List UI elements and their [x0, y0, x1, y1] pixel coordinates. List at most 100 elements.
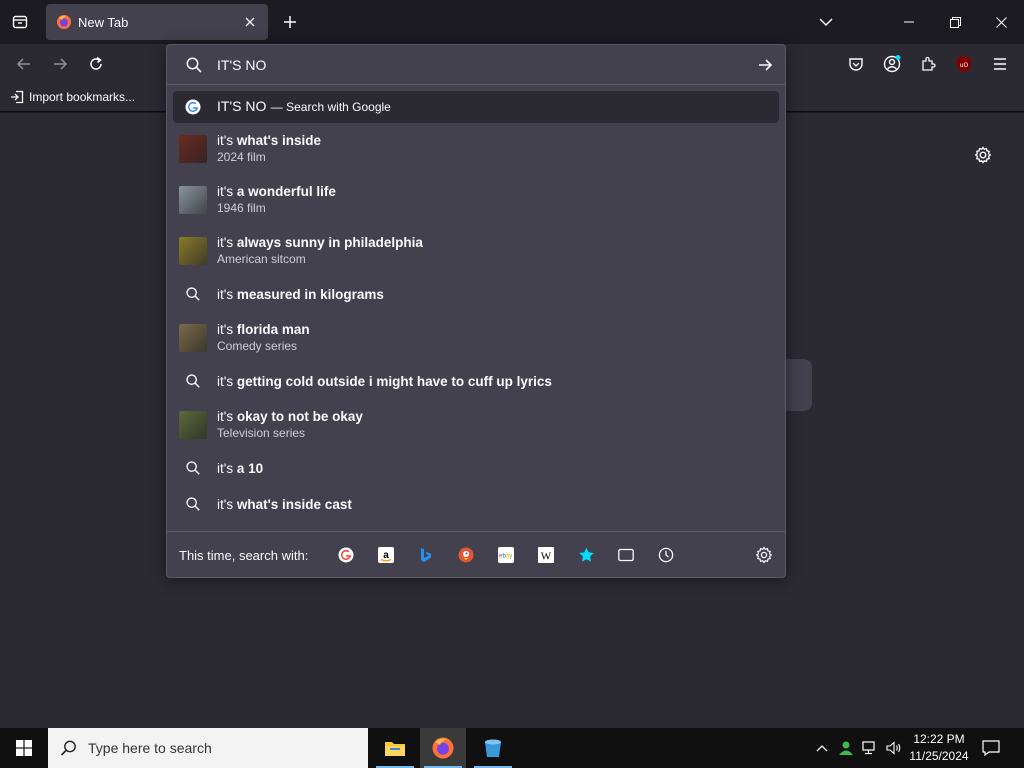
duckduckgo-engine-button[interactable]: [457, 546, 475, 564]
result-text: it's florida man Comedy series: [217, 322, 310, 353]
history-icon: [658, 547, 674, 563]
result-description: 2024 film: [217, 150, 266, 164]
network-icon: [862, 741, 875, 755]
go-button[interactable]: [755, 55, 775, 75]
result-text: it's getting cold outside i might have t…: [217, 374, 552, 389]
search-icon: [179, 454, 207, 482]
result-prefix: it's: [217, 184, 237, 199]
app-menu-button[interactable]: [988, 52, 1012, 76]
thumbnail-image: [179, 236, 207, 265]
history-search-button[interactable]: [657, 546, 675, 564]
action-center-button[interactable]: [978, 736, 1004, 760]
result-prefix: it's: [217, 286, 237, 302]
urlbar-input[interactable]: [217, 55, 737, 75]
amazon-engine-button[interactable]: a: [377, 546, 395, 564]
urlbar-results: IT'S NO — Search with Google it's what's…: [173, 91, 779, 522]
thumbnail: [179, 134, 207, 163]
bookmarks-search-button[interactable]: [577, 546, 595, 564]
rich-suggestion-row[interactable]: it's okay to not be okay Television serie…: [173, 399, 779, 450]
ebay-engine-button[interactable]: ebay: [497, 546, 515, 564]
new-tab-button[interactable]: [278, 10, 302, 34]
taskbar-clock[interactable]: 12:22 PM 11/25/2024: [906, 731, 972, 765]
firefox-icon: [57, 15, 71, 29]
pocket-button[interactable]: [844, 52, 868, 76]
search-icon: [179, 367, 207, 395]
taskbar-firefox[interactable]: [420, 728, 466, 768]
thumbnail-image: [179, 134, 207, 163]
firefox-icon: [432, 737, 454, 759]
folder-icon: [385, 742, 405, 756]
result-title: it's a 10: [217, 461, 263, 476]
search-suggestion-row[interactable]: it's a 10: [173, 450, 779, 486]
rich-suggestion-row[interactable]: it's florida man Comedy series: [173, 312, 779, 363]
search-suggestion-row[interactable]: it's measured in kilograms: [173, 276, 779, 312]
wikipedia-engine-button[interactable]: W: [537, 546, 555, 564]
extensions-button[interactable]: [916, 52, 940, 76]
result-title: it's florida man: [217, 322, 310, 337]
rich-suggestion-row[interactable]: it's what's inside 2024 film: [173, 123, 779, 174]
urlbar-input-row: [167, 45, 785, 85]
tabs-search-button[interactable]: [617, 546, 635, 564]
result-title: it's always sunny in philadelphia: [217, 235, 423, 250]
start-button[interactable]: [0, 728, 48, 768]
firefox-view-button[interactable]: [8, 10, 32, 34]
search-suggestion-row[interactable]: it's getting cold outside i might have t…: [173, 363, 779, 399]
windows-taskbar: Type here to search 12:22 PM 11/25/2024: [0, 728, 1024, 768]
heuristic-query: IT'S NO: [217, 98, 267, 114]
ublock-origin-icon: uO: [957, 56, 971, 72]
taskbar-search-box[interactable]: Type here to search: [48, 728, 368, 768]
tab-new-tab[interactable]: New Tab: [46, 4, 268, 40]
list-all-tabs-button[interactable]: [814, 10, 838, 34]
minimize-icon: [904, 21, 914, 23]
import-bookmarks-button[interactable]: Import bookmarks...: [10, 90, 135, 104]
result-title: it's measured in kilograms: [217, 287, 384, 302]
windows-logo-icon: [16, 740, 32, 756]
search-settings-button[interactable]: [755, 546, 773, 564]
minimize-button[interactable]: [886, 0, 932, 44]
result-completion: always sunny in philadelphia: [236, 235, 423, 250]
heuristic-action: — Search with Google: [270, 100, 391, 114]
reload-button[interactable]: [84, 52, 108, 76]
result-description: American sitcom: [217, 252, 306, 266]
rich-suggestion-row[interactable]: it's always sunny in philadelphia America…: [173, 225, 779, 276]
ublock-origin-button[interactable]: uO: [952, 52, 976, 76]
close-window-button[interactable]: [978, 0, 1024, 44]
pocket-icon: [849, 58, 863, 71]
rich-suggestion-row[interactable]: it's a wonderful life 1946 film: [173, 174, 779, 225]
import-icon: [11, 90, 24, 104]
taskbar-app-bucket[interactable]: [470, 728, 516, 768]
import-bookmarks-label: Import bookmarks...: [29, 90, 136, 104]
clock-time: 12:22 PM: [913, 732, 965, 746]
tray-user-app[interactable]: [836, 738, 856, 758]
restore-button[interactable]: [932, 0, 978, 44]
result-title: it's a wonderful life: [217, 184, 336, 199]
personalize-button[interactable]: [972, 144, 994, 166]
speaker-icon: [886, 741, 901, 755]
search-suggestion-row[interactable]: it's what's inside cast: [173, 486, 779, 522]
heuristic-result[interactable]: IT'S NO — Search with Google: [173, 91, 779, 123]
bing-icon: [421, 548, 431, 562]
result-title: it's what's inside: [217, 133, 321, 148]
result-prefix: it's: [217, 409, 237, 424]
tray-volume[interactable]: [884, 738, 904, 758]
puzzle-icon: [922, 56, 936, 71]
tray-network[interactable]: [860, 738, 880, 758]
google-engine-button[interactable]: [337, 546, 355, 564]
back-button[interactable]: [12, 52, 36, 76]
result-description: Comedy series: [217, 339, 298, 353]
user-app-icon: [839, 741, 853, 755]
tab-close-button[interactable]: [240, 12, 260, 32]
result-completion: okay to not be okay: [236, 409, 363, 424]
taskbar-file-explorer[interactable]: [372, 728, 418, 768]
result-text: it's okay to not be okay Television serie…: [217, 409, 363, 440]
gear-icon: [755, 546, 773, 564]
show-hidden-icons-button[interactable]: [812, 738, 832, 758]
wikipedia-icon: W: [538, 547, 554, 563]
google-icon: [179, 93, 207, 121]
forward-button[interactable]: [48, 52, 72, 76]
bing-engine-button[interactable]: [417, 546, 435, 564]
arrow-left-icon: [16, 58, 30, 70]
account-button[interactable]: [880, 52, 904, 76]
restore-icon: [949, 16, 961, 28]
thumbnail: [179, 323, 207, 352]
